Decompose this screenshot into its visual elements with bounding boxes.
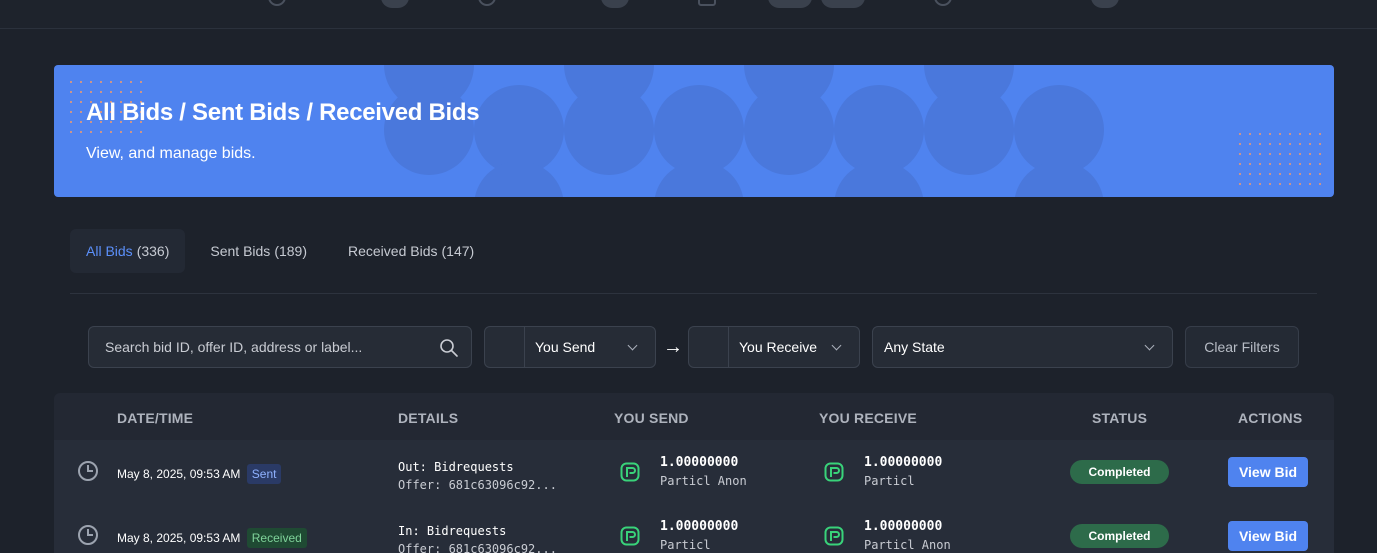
nav-icon[interactable]: [934, 0, 952, 6]
direction-badge: Sent: [246, 464, 282, 484]
nav-count-badge: [601, 0, 629, 8]
hero-pattern-lower: [384, 131, 1104, 197]
column-header-you-receive: YOU RECEIVE: [819, 410, 917, 426]
particl-coin-icon: [824, 526, 844, 546]
tab-all-bids[interactable]: All Bids (336): [70, 229, 186, 273]
receive-coin-name: Particl: [864, 474, 915, 488]
page-title: All Bids / Sent Bids / Received Bids: [86, 99, 480, 126]
nav-icon[interactable]: [478, 0, 496, 6]
view-bid-button[interactable]: View Bid: [1228, 457, 1308, 487]
search-box: [88, 326, 472, 368]
nav-icon[interactable]: [268, 0, 286, 6]
tab-label: Sent Bids: [210, 243, 271, 259]
bid-datetime: May 8, 2025, 09:53 AM Sent: [117, 464, 282, 484]
send-coin-name: Particl Anon: [660, 474, 747, 488]
clock-icon: [78, 525, 98, 545]
bid-datetime: May 8, 2025, 09:53 AM Received: [117, 528, 307, 548]
send-coin-name: Particl: [660, 538, 711, 552]
bids-table: DATE/TIME DETAILS YOU SEND YOU RECEIVE S…: [54, 393, 1334, 553]
bid-datetime-text: May 8, 2025, 09:53 AM: [117, 467, 241, 481]
top-navbar: [0, 0, 1377, 29]
column-header-details: DETAILS: [398, 410, 459, 426]
chevron-down-icon: [1144, 340, 1155, 351]
nav-count-badge: [1091, 0, 1119, 8]
tab-count: (147): [441, 243, 475, 259]
column-header-you-send: YOU SEND: [614, 410, 689, 426]
clear-filters-button[interactable]: Clear Filters: [1185, 326, 1299, 368]
bid-details-type: Out: Bidrequests: [398, 460, 514, 474]
direction-badge: Received: [246, 528, 307, 548]
state-select-value: Any State: [884, 339, 945, 355]
divider: [70, 293, 1317, 294]
bid-details: Out: Bidrequests Offer: 681c63096c92...: [398, 458, 557, 494]
tab-received-bids[interactable]: Received Bids (147): [332, 229, 490, 273]
nav-count-badge: [821, 0, 865, 8]
search-input[interactable]: [89, 327, 461, 367]
tab-label: All Bids: [86, 243, 133, 259]
page-header-banner: All Bids / Sent Bids / Received Bids Vie…: [54, 65, 1334, 197]
chevron-down-icon: [627, 340, 638, 351]
column-header-datetime: DATE/TIME: [117, 410, 194, 426]
tab-sent-bids[interactable]: Sent Bids (189): [194, 229, 323, 273]
chevron-down-icon: [831, 340, 842, 351]
state-select[interactable]: Any State: [872, 326, 1173, 368]
column-header-status: STATUS: [1092, 410, 1148, 426]
send-amount: 1.00000000: [660, 519, 739, 534]
particl-coin-icon: [620, 462, 640, 482]
bid-tabs: All Bids (336) Sent Bids (189) Received Bi…: [70, 229, 499, 273]
bid-datetime-text: May 8, 2025, 09:53 AM: [117, 531, 241, 545]
nav-icon[interactable]: [698, 0, 716, 6]
hero-pattern: [384, 65, 1104, 175]
arrow-right-icon: →: [663, 336, 683, 358]
you-send-label: You Send: [535, 339, 596, 355]
page-subtitle: View, and manage bids.: [86, 145, 256, 162]
tab-count: (189): [274, 243, 307, 259]
receive-amount: 1.00000000: [864, 519, 943, 534]
bid-offer-id[interactable]: Offer: 681c63096c92...: [398, 476, 557, 494]
you-receive-coin-select[interactable]: You Receive: [688, 326, 860, 368]
particl-coin-icon: [824, 462, 844, 482]
you-receive-label: You Receive: [739, 339, 818, 355]
receive-amount: 1.00000000: [864, 455, 943, 470]
send-amount: 1.00000000: [660, 455, 739, 470]
table-row: May 8, 2025, 09:53 AM Sent Out: Bidreque…: [54, 440, 1334, 504]
receive-coin-name: Particl Anon: [864, 538, 951, 552]
nav-count-badge: [381, 0, 409, 8]
view-bid-button[interactable]: View Bid: [1228, 521, 1308, 551]
nav-count-badge: [768, 0, 812, 8]
search-icon[interactable]: [439, 338, 459, 358]
clock-icon: [78, 461, 98, 481]
status-badge: Completed: [1070, 524, 1169, 548]
table-row: May 8, 2025, 09:53 AM Received In: Bidre…: [54, 504, 1334, 553]
particl-coin-icon: [620, 526, 640, 546]
you-send-coin-select[interactable]: You Send: [484, 326, 656, 368]
bid-details: In: Bidrequests Offer: 681c63096c92...: [398, 522, 557, 553]
column-header-actions: ACTIONS: [1238, 410, 1303, 426]
status-badge: Completed: [1070, 460, 1169, 484]
bid-offer-id[interactable]: Offer: 681c63096c92...: [398, 540, 557, 553]
coin-icon-slot: [485, 327, 525, 367]
tab-count: (336): [136, 243, 170, 259]
bid-details-type: In: Bidrequests: [398, 524, 507, 538]
tab-label: Received Bids: [348, 243, 438, 259]
coin-icon-slot: [689, 327, 729, 367]
